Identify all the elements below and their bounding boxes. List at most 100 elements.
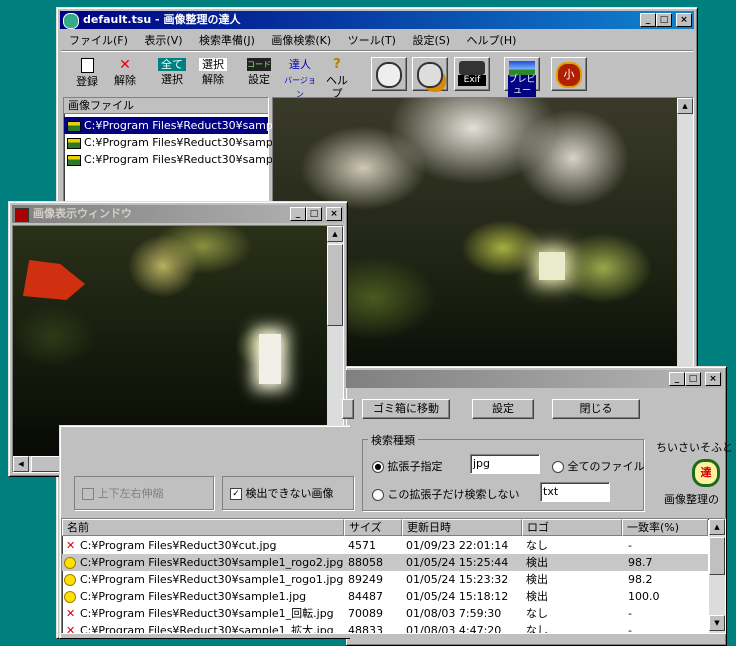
preview-button[interactable]: プレビュー [504, 57, 540, 97]
file-list-item[interactable]: C:¥Program Files¥Reduct30¥sample [64, 117, 283, 134]
main-title-bar[interactable]: default.tsu - 画像整理の達人 _ □ × [60, 11, 694, 29]
move-to-trash-button[interactable]: ゴミ箱に移動 [362, 399, 450, 419]
image-window-icon [15, 208, 29, 222]
picture-icon [509, 61, 535, 75]
select-all-label-bottom: 選択 [161, 73, 183, 86]
search-close-button[interactable]: × [705, 372, 721, 386]
search-window-title-bar[interactable]: _ □ × [346, 370, 723, 388]
exclude-ext-radio[interactable]: この拡張子だけ検索しない [372, 486, 520, 502]
table-row[interactable]: ✕ C:¥Program Files¥Reduct30¥cut.jpg 4571… [62, 537, 708, 554]
menu-tools[interactable]: ツール(T) [348, 34, 396, 47]
select-all-label-top: 全て [158, 58, 186, 71]
select-all-button[interactable]: 全て 選択 [156, 58, 188, 86]
status-ok-icon [64, 557, 76, 569]
results-table: 名前 サイズ 更新日時 ロゴ 一致率(%) ✕ C:¥Program Files… [61, 518, 726, 634]
minimize-button[interactable]: _ [640, 13, 656, 27]
search-maximize-button[interactable]: □ [685, 372, 701, 386]
scan-button[interactable] [371, 57, 407, 91]
table-row-selected[interactable]: C:¥Program Files¥Reduct30¥sample1_rogo2.… [62, 554, 708, 571]
help-icon: ? [333, 57, 341, 72]
deselect-button[interactable]: 選択 解除 [197, 58, 229, 86]
radio-checked-icon: ● [372, 461, 384, 473]
file-type-icon [67, 120, 81, 132]
radio-unchecked-icon [372, 489, 384, 501]
column-header-name[interactable]: 名前 [62, 519, 344, 536]
results-scroll-thumb[interactable] [709, 537, 725, 575]
status-ok-icon [64, 574, 76, 586]
image-scroll-left-button[interactable]: ◀ [13, 456, 29, 472]
magnify-search-button[interactable] [412, 57, 448, 91]
search-minimize-button[interactable]: _ [669, 372, 685, 386]
file-list-header[interactable]: 画像ファイル [64, 98, 268, 114]
toolbar-divider [61, 50, 693, 52]
results-scrollbar[interactable]: ▲ ▼ [709, 519, 725, 633]
preview-label: プレビュー [508, 75, 536, 97]
table-row[interactable]: ✕ C:¥Program Files¥Reduct30¥sample1_回転.j… [62, 605, 708, 622]
ext-value-input[interactable]: jpg [470, 454, 540, 474]
image-close-button[interactable]: × [326, 207, 342, 221]
red-pagoda [23, 260, 85, 300]
image-scroll-up-button[interactable]: ▲ [327, 226, 343, 242]
column-header-date[interactable]: 更新日時 [402, 519, 522, 536]
table-row[interactable]: ✕ C:¥Program Files¥Reduct30¥sample1_拡大.j… [62, 622, 708, 634]
menu-search-prep[interactable]: 検索準備(J) [199, 34, 255, 47]
status-x-icon: ✕ [66, 607, 76, 620]
flip-option-checkbox[interactable]: 上下左右伸縮 [82, 485, 164, 501]
status-ok-icon [64, 591, 76, 603]
undetected-option-checkbox[interactable]: ✓ 検出できない画像 [230, 485, 334, 501]
table-row[interactable]: C:¥Program Files¥Reduct30¥sample1_rogo1.… [62, 571, 708, 588]
file-list-panel: 画像ファイル C:¥Program Files¥Reduct30¥sample … [63, 97, 283, 209]
maximize-button[interactable]: □ [656, 13, 672, 27]
image-window-title: 画像表示ウィンドウ [33, 207, 132, 220]
main-preview-scrollbar[interactable]: ▲ [677, 98, 693, 374]
column-header-size[interactable]: サイズ [344, 519, 402, 536]
search-settings-button[interactable]: 設定 [472, 399, 534, 419]
menu-image-search[interactable]: 画像検索(K) [271, 34, 331, 47]
red-x-icon: ✕ [119, 57, 131, 73]
help-button[interactable]: ? ヘルプ [323, 57, 351, 101]
column-header-logo[interactable]: ロゴ [522, 519, 622, 536]
column-header-match[interactable]: 一致率(%) [622, 519, 708, 536]
deselect-label-top: 選択 [199, 58, 227, 71]
file-list-item[interactable]: C:¥Program Files¥Reduct30¥sample [64, 134, 283, 151]
image-vertical-scrollbar[interactable]: ▲ ▼ [327, 226, 343, 456]
results-scroll-down-button[interactable]: ▼ [709, 615, 725, 631]
image-scroll-thumb[interactable] [327, 244, 343, 326]
settings-icon: コード [247, 58, 271, 71]
exclude-ext-input[interactable]: txt [540, 482, 610, 502]
results-scroll-up-button[interactable]: ▲ [709, 519, 725, 535]
exif-button[interactable]: Exif [454, 57, 490, 91]
app-icon [63, 13, 79, 29]
file-type-icon [67, 154, 81, 166]
glowing-lantern [259, 334, 281, 384]
menu-file[interactable]: ファイル(F) [69, 34, 128, 47]
close-button[interactable]: × [676, 13, 692, 27]
camera-icon [459, 61, 485, 75]
menu-help[interactable]: ヘルプ(H) [467, 34, 517, 47]
all-files-radio[interactable]: 全てのファイル [552, 458, 645, 474]
checkbox-disabled-icon [82, 488, 94, 500]
image-window-title-bar[interactable]: 画像表示ウィンドウ _ □ × [12, 205, 344, 223]
settings-tool-button[interactable]: コード 設定 [244, 58, 274, 86]
ext-spec-radio[interactable]: ● 拡張子指定 [372, 458, 443, 474]
logo-icon: 小 [556, 62, 582, 88]
search-type-label: 検索種類 [368, 432, 418, 448]
register-button[interactable]: 登録 [73, 58, 101, 88]
file-list-item[interactable]: C:¥Program Files¥Reduct30¥sample [64, 151, 283, 168]
status-x-icon: ✕ [66, 539, 76, 552]
exif-label: Exif [458, 75, 486, 86]
left-hidden-button[interactable] [342, 399, 354, 419]
status-x-icon: ✕ [66, 624, 76, 634]
release-button[interactable]: ✕ 解除 [111, 58, 139, 87]
menu-view[interactable]: 表示(V) [144, 34, 182, 47]
scroll-up-button[interactable]: ▲ [677, 98, 693, 114]
image-maximize-button[interactable]: □ [306, 207, 322, 221]
image-minimize-button[interactable]: _ [290, 207, 306, 221]
menu-settings[interactable]: 設定(S) [412, 34, 450, 47]
version-button[interactable]: 達人 バージョン [283, 58, 317, 101]
file-type-icon [67, 137, 81, 149]
search-close-action-button[interactable]: 閉じる [552, 399, 640, 419]
night-garden-image [13, 226, 327, 456]
logo-button[interactable]: 小 [551, 57, 587, 91]
table-row[interactable]: C:¥Program Files¥Reduct30¥sample1.jpg 84… [62, 588, 708, 605]
